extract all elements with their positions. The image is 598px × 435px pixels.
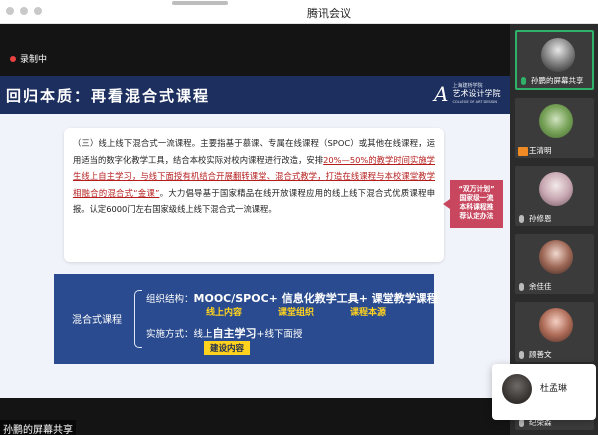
avatar [539, 240, 573, 274]
app-title: 腾讯会议 [307, 7, 351, 20]
logo-line3: COLLEGE OF ART DESIGN [452, 100, 497, 104]
logo-line2: 艺术设计学院 [452, 89, 501, 98]
avatar [539, 308, 573, 342]
presentation-slide: 回归本质：再看混合式课程 A 上海建桥学院 艺术设计学院 COLLEGE OF … [0, 76, 510, 398]
construction-content-tag: 建设内容 [204, 341, 251, 355]
implementation-row: 实施方式：线上自主学习+线下面授 [146, 325, 302, 341]
avatar [539, 172, 573, 206]
screen-share-label: 孙鹏的屏幕共享 [0, 420, 76, 435]
participant-tile[interactable]: 王清明 [515, 98, 594, 158]
impl-suffix: +线下面授 [256, 329, 303, 340]
logo-mark-icon: A [434, 82, 449, 106]
screen-share-stage: 录制中 回归本质：再看混合式课程 A 上海建桥学院 艺术设计学院 COLLEGE… [0, 24, 510, 435]
slide-title: 回归本质：再看混合式课程 [6, 87, 211, 105]
org-items: MOOC/SPOC+ 信息化教学工具+ 课堂教学课程 [193, 292, 438, 305]
tag-class-organization: 课堂组织 [278, 308, 315, 318]
policy-text-card: （三）线上线下混合式一流课程。主要指基于慕课、专属在线课程（SPOC）或其他在线… [64, 128, 444, 262]
impl-prefix: 实施方式：线上 [146, 329, 213, 340]
slide-header: 回归本质：再看混合式课程 A 上海建桥学院 艺术设计学院 COLLEGE OF … [0, 76, 510, 114]
participant-name: 顾善文 [529, 350, 552, 359]
participant-name: 孙鹏的屏幕共享 [531, 76, 584, 85]
speaker-popup[interactable]: 杜孟琳 [492, 364, 596, 420]
popup-name: 杜孟琳 [540, 384, 568, 394]
org-structure-row: 组织结构：MOOC/SPOC+ 信息化教学工具+ 课堂教学课程 [146, 290, 438, 306]
hybrid-course-summary-box: 混合式课程 组织结构：MOOC/SPOC+ 信息化教学工具+ 课堂教学课程 线上… [54, 274, 438, 364]
record-dot-icon [10, 55, 16, 62]
avatar [539, 104, 573, 138]
college-logo: A 上海建桥学院 艺术设计学院 COLLEGE OF ART DESIGN [434, 82, 500, 106]
participant-name: 王清明 [529, 146, 552, 155]
participant-tile[interactable]: 孙鹏的屏幕共享 [515, 30, 594, 90]
window-titlebar: 腾讯会议 [0, 0, 598, 24]
participant-tile[interactable]: 余佳佳 [515, 234, 594, 294]
callout-line2: 国家级一流 [459, 194, 494, 202]
summary-label: 混合式课程 [72, 315, 122, 326]
participant-tile[interactable]: 顾善文 [515, 302, 594, 362]
participant-tile[interactable]: 孙修恩 [515, 166, 594, 226]
callout-line4: 荐认定办法 [459, 212, 494, 220]
tag-online-content: 线上内容 [206, 308, 243, 318]
org-prefix: 组织结构： [146, 294, 194, 305]
tag-course-origin: 课程本源 [350, 308, 387, 318]
callout-line3: 本科课程推 [459, 203, 494, 211]
participant-name: 孙修恩 [529, 214, 552, 223]
avatar [541, 38, 575, 72]
recording-label: 录制中 [20, 55, 48, 65]
callout-line1: “双万计划” [458, 185, 495, 193]
recording-indicator: 录制中 [10, 52, 47, 65]
impl-bold: 自主学习 [212, 327, 257, 340]
callout-badge: “双万计划” 国家级一流 本科课程推 荐认定办法 [443, 180, 503, 228]
participant-name: 余佳佳 [529, 282, 552, 291]
brace-divider [134, 290, 142, 348]
avatar [502, 374, 532, 404]
